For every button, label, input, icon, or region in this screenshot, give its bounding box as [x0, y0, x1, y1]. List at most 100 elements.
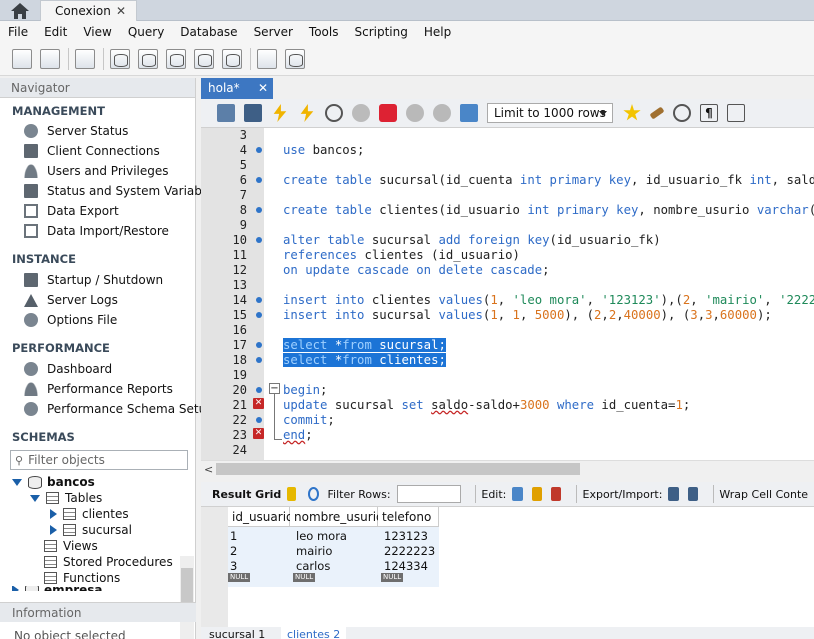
chevron-left-icon[interactable]: <	[204, 463, 213, 476]
table-cell[interactable]: leo mora	[294, 529, 347, 544]
create-table-icon[interactable]	[138, 49, 158, 69]
scrollbar-thumb[interactable]	[216, 463, 580, 475]
tree-table-clientes[interactable]: clientes	[50, 506, 129, 522]
result-tab-sucursal[interactable]: sucursal 1	[203, 627, 271, 639]
chevron-down-icon[interactable]	[12, 478, 22, 486]
reconnect-icon[interactable]	[285, 49, 305, 69]
explain-icon[interactable]	[325, 104, 343, 122]
nav-server-logs[interactable]: Server Logs	[24, 291, 118, 309]
chevron-right-icon[interactable]	[12, 586, 19, 591]
tree-functions[interactable]: Functions	[44, 570, 120, 586]
create-procedure-icon[interactable]	[194, 49, 214, 69]
tree-views[interactable]: Views	[44, 538, 98, 554]
create-schema-icon[interactable]	[110, 49, 130, 69]
refresh-icon[interactable]	[307, 487, 319, 501]
table-cell[interactable]: 123123	[382, 529, 428, 544]
table-cell[interactable]: 2222223	[382, 544, 435, 559]
menu-file[interactable]: File	[8, 25, 28, 39]
autocommit-icon[interactable]	[460, 104, 478, 122]
fold-toggle-icon[interactable]: −	[269, 383, 280, 394]
menu-server[interactable]: Server	[254, 25, 293, 39]
menu-help[interactable]: Help	[424, 25, 451, 39]
nav-performance-schema[interactable]: Performance Schema Setup	[24, 400, 214, 418]
editor-tab-hola[interactable]: hola* ✕	[201, 78, 273, 99]
nav-options-file[interactable]: Options File	[24, 311, 117, 329]
tree-procedures[interactable]: Stored Procedures	[44, 554, 173, 570]
create-function-icon[interactable]	[222, 49, 242, 69]
syntax-error-icon[interactable]: ✕	[253, 398, 264, 409]
editor-horizontal-scrollbar[interactable]: <	[201, 460, 814, 476]
menu-scripting[interactable]: Scripting	[354, 25, 407, 39]
nav-dashboard[interactable]: Dashboard	[24, 360, 112, 378]
edit-row-icon[interactable]	[512, 487, 523, 501]
column-header[interactable]: nombre_usurio	[290, 507, 383, 527]
null-badge[interactable]: NULL	[381, 573, 404, 582]
null-badge[interactable]: NULL	[293, 573, 316, 582]
chevron-down-icon[interactable]	[30, 494, 40, 502]
null-badge[interactable]: NULL	[228, 573, 251, 582]
new-sql-tab-icon[interactable]	[12, 49, 32, 69]
export-icon[interactable]	[668, 487, 679, 501]
nav-data-import[interactable]: Data Import/Restore	[24, 222, 169, 240]
open-sql-file-icon[interactable]	[40, 49, 60, 69]
column-header[interactable]: telefono	[378, 507, 439, 527]
close-icon[interactable]: ✕	[258, 78, 268, 99]
table-cell[interactable]: 2	[228, 544, 237, 559]
beautify-icon[interactable]	[649, 106, 665, 120]
nav-status-variables[interactable]: Status and System Variables	[24, 182, 219, 200]
column-header[interactable]: id_usuario	[228, 507, 293, 527]
insert-row-icon[interactable]	[531, 487, 542, 501]
nav-startup-shutdown[interactable]: Startup / Shutdown	[24, 271, 163, 289]
rollback-icon[interactable]	[433, 104, 451, 122]
nav-data-export[interactable]: Data Export	[24, 202, 119, 220]
connection-tab[interactable]: Conexion ✕	[40, 0, 137, 21]
schema-filter-input[interactable]: ⚲ Filter objects	[10, 450, 188, 470]
table-cell[interactable]: 124334	[382, 559, 428, 574]
wrap-lines-icon[interactable]	[727, 104, 745, 122]
stop-icon[interactable]	[352, 104, 370, 122]
menu-edit[interactable]: Edit	[44, 25, 67, 39]
table-cell[interactable]: 1	[228, 529, 237, 544]
execute-icon[interactable]	[273, 104, 287, 122]
result-tab-clientes[interactable]: clientes 2	[281, 627, 347, 639]
table-cell[interactable]: mairio	[294, 544, 332, 559]
tree-db-bancos[interactable]: bancos	[12, 474, 95, 490]
grid-view-icon[interactable]	[287, 487, 296, 501]
menu-view[interactable]: View	[83, 25, 111, 39]
search-table-data-icon[interactable]	[257, 49, 277, 69]
home-icon[interactable]	[9, 1, 31, 20]
bookmark-star-icon[interactable]	[623, 104, 641, 121]
close-icon[interactable]: ✕	[116, 4, 126, 18]
result-grid-tab[interactable]: Result Grid	[212, 488, 281, 501]
nav-server-status[interactable]: Server Status	[24, 122, 128, 140]
invisible-chars-icon[interactable]: ¶	[700, 104, 718, 122]
chevron-right-icon[interactable]	[50, 509, 57, 519]
find-icon[interactable]	[673, 104, 691, 122]
execute-current-icon[interactable]	[300, 104, 314, 122]
toggle-error-icon[interactable]	[379, 104, 397, 122]
nav-client-connections[interactable]: Client Connections	[24, 142, 160, 160]
sql-editor[interactable]: use bancos; create table sucursal(id_cue…	[264, 128, 814, 460]
table-cell[interactable]: 3	[228, 559, 237, 574]
menu-tools[interactable]: Tools	[309, 25, 339, 39]
create-view-icon[interactable]	[166, 49, 186, 69]
menu-query[interactable]: Query	[128, 25, 164, 39]
inspector-icon[interactable]	[75, 49, 95, 69]
nav-performance-reports[interactable]: Performance Reports	[24, 380, 173, 398]
menu-database[interactable]: Database	[180, 25, 237, 39]
tree-tables[interactable]: Tables	[30, 490, 102, 506]
delete-row-icon[interactable]	[550, 487, 561, 501]
save-icon[interactable]	[244, 104, 262, 122]
tree-db-empresa[interactable]: empresa	[12, 586, 103, 591]
limit-rows-select[interactable]: Limit to 1000 rows	[487, 103, 613, 123]
schema-tree-scrollbar[interactable]	[180, 556, 194, 639]
nav-users-privileges[interactable]: Users and Privileges	[24, 162, 169, 180]
syntax-error-icon[interactable]: ✕	[253, 428, 264, 439]
commit-icon[interactable]	[406, 104, 424, 122]
open-file-icon[interactable]	[217, 104, 235, 122]
chevron-right-icon[interactable]	[50, 525, 57, 535]
filter-rows-input[interactable]	[396, 485, 461, 503]
table-cell[interactable]: carlos	[294, 559, 330, 574]
tree-table-sucursal[interactable]: sucursal	[50, 522, 132, 538]
import-icon[interactable]	[687, 487, 698, 501]
